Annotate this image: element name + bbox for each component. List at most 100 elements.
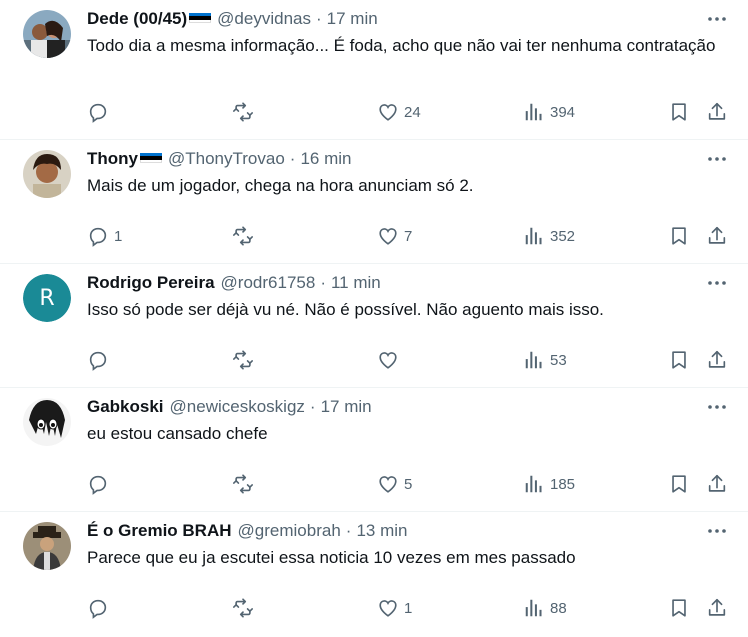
separator: · [289, 149, 296, 168]
action-bar: 24 394 [87, 100, 732, 124]
action-bar: 53 [87, 348, 732, 372]
retweet-button[interactable] [232, 101, 259, 123]
share-button[interactable] [706, 101, 728, 123]
avatar-letter: R [23, 274, 71, 322]
author-name[interactable]: Thony [87, 149, 138, 169]
views-button[interactable]: 88 [523, 597, 567, 619]
tweet[interactable]: Gabkoski @newiceskoskigz · 17 min eu est… [0, 388, 748, 512]
author-name[interactable]: É o Gremio BRAH [87, 521, 232, 541]
reply-icon [89, 103, 107, 123]
timestamp[interactable]: 17 min [321, 397, 372, 417]
views-icon [525, 475, 542, 493]
like-button[interactable]: 1 [377, 597, 412, 619]
tweet[interactable]: Dede (00/45) @deyvidnas · 17 min Todo di… [0, 0, 748, 140]
more-icon[interactable] [706, 398, 728, 416]
author-handle[interactable]: @newiceskoskigz [170, 397, 305, 417]
action-bar: 1 7 352 [87, 224, 732, 248]
share-icon [708, 350, 726, 368]
separator: · [345, 521, 352, 540]
retweet-icon [233, 350, 253, 370]
reply-button[interactable] [87, 473, 114, 495]
author-handle[interactable]: @ThonyTrovao [168, 149, 285, 169]
reply-button[interactable] [87, 101, 114, 123]
view-count: 185 [550, 475, 576, 493]
like-icon [379, 352, 397, 369]
author-name[interactable]: Gabkoski [87, 397, 164, 417]
author-handle[interactable]: @gremiobrah [238, 521, 341, 541]
view-count: 352 [550, 227, 576, 245]
bookmark-button[interactable] [668, 597, 690, 619]
views-button[interactable]: 185 [523, 473, 575, 495]
views-button[interactable]: 394 [523, 101, 575, 123]
like-icon [379, 476, 397, 493]
share-icon [708, 474, 726, 492]
separator: · [315, 9, 322, 28]
bookmark-button[interactable] [668, 349, 690, 371]
action-bar: 1 88 [87, 596, 732, 620]
views-button[interactable]: 352 [523, 225, 575, 247]
avatar[interactable] [23, 10, 71, 58]
timestamp[interactable]: 16 min [300, 149, 351, 169]
estonia-flag-icon [189, 12, 212, 24]
reply-button[interactable] [87, 597, 114, 619]
bookmark-icon [672, 227, 686, 245]
views-icon [525, 227, 542, 245]
more-icon[interactable] [706, 522, 728, 540]
author-name[interactable]: Dede (00/45) [87, 9, 187, 29]
retweet-icon [233, 226, 253, 246]
like-count: 7 [404, 227, 413, 245]
more-icon[interactable] [706, 10, 728, 28]
author-handle[interactable]: @deyvidnas [217, 9, 311, 29]
like-button[interactable]: 5 [377, 473, 412, 495]
tweet[interactable]: R Rodrigo Pereira @rodr61758 · 11 min Is… [0, 264, 748, 388]
retweet-icon [233, 102, 253, 122]
share-button[interactable] [706, 225, 728, 247]
like-count: 24 [404, 103, 421, 121]
views-icon [525, 351, 542, 369]
estonia-flag-icon [140, 152, 162, 164]
tweet[interactable]: É o Gremio BRAH @gremiobrah · 13 min Par… [0, 512, 748, 636]
like-button[interactable] [377, 349, 404, 371]
avatar[interactable] [23, 398, 71, 446]
more-icon[interactable] [706, 150, 728, 168]
avatar[interactable] [23, 150, 71, 198]
views-button[interactable]: 53 [523, 349, 567, 371]
author-handle[interactable]: @rodr61758 [221, 273, 316, 293]
timestamp[interactable]: 13 min [356, 521, 407, 541]
tweet-text: Todo dia a mesma informação... É foda, a… [87, 36, 716, 55]
share-button[interactable] [706, 597, 728, 619]
views-icon [525, 599, 542, 617]
reply-button[interactable]: 1 [87, 225, 122, 247]
bookmark-icon [672, 103, 686, 121]
reply-button[interactable] [87, 349, 114, 371]
share-icon [708, 102, 726, 120]
more-icon[interactable] [706, 274, 728, 292]
avatar[interactable]: R [23, 274, 71, 322]
retweet-button[interactable] [232, 597, 259, 619]
like-button[interactable]: 24 [377, 101, 421, 123]
bookmark-button[interactable] [668, 101, 690, 123]
share-button[interactable] [706, 349, 728, 371]
share-icon [708, 598, 726, 616]
bookmark-icon [672, 475, 686, 493]
retweet-button[interactable] [232, 473, 259, 495]
reply-icon [89, 227, 107, 247]
retweet-button[interactable] [232, 225, 259, 247]
timestamp[interactable]: 11 min [331, 273, 381, 293]
reply-icon [89, 475, 107, 495]
bookmark-button[interactable] [668, 225, 690, 247]
retweet-button[interactable] [232, 349, 259, 371]
views-icon [525, 103, 542, 121]
tweet[interactable]: Thony @ThonyTrovao · 16 min Mais de um j… [0, 140, 748, 264]
like-button[interactable]: 7 [377, 225, 412, 247]
bookmark-icon [672, 599, 686, 617]
avatar[interactable] [23, 522, 71, 570]
like-icon [379, 600, 397, 617]
share-button[interactable] [706, 473, 728, 495]
timestamp[interactable]: 17 min [327, 9, 378, 29]
bookmark-button[interactable] [668, 473, 690, 495]
author-name[interactable]: Rodrigo Pereira [87, 273, 215, 293]
like-count: 1 [404, 599, 413, 617]
view-count: 88 [550, 599, 567, 617]
separator: · [309, 397, 316, 416]
